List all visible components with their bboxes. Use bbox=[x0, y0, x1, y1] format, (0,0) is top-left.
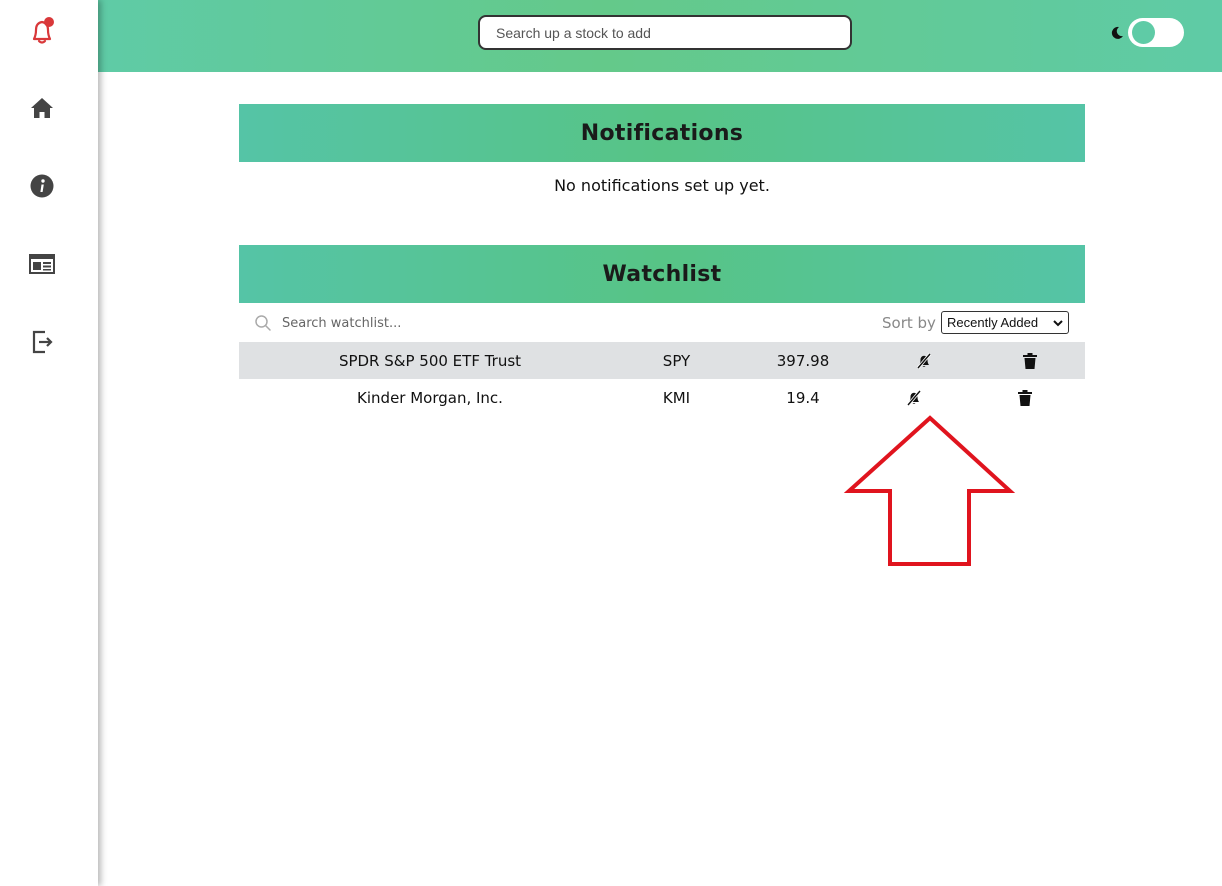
stock-name: Kinder Morgan, Inc. bbox=[357, 388, 503, 407]
logout-icon[interactable] bbox=[26, 326, 58, 358]
watchlist-search bbox=[254, 312, 554, 334]
watchlist-row: SPDR S&P 500 ETF Trust SPY 397.98 bbox=[239, 342, 1085, 379]
sort-selected-value: Recently Added bbox=[947, 315, 1039, 330]
sort-by-label: Sort by bbox=[882, 314, 936, 332]
top-header bbox=[98, 0, 1222, 72]
info-icon[interactable] bbox=[26, 170, 58, 202]
stock-symbol: KMI bbox=[662, 388, 691, 407]
switch-knob bbox=[1132, 21, 1155, 44]
stock-name: SPDR S&P 500 ETF Trust bbox=[338, 351, 522, 370]
stock-search-input[interactable] bbox=[478, 15, 852, 50]
home-icon[interactable] bbox=[26, 92, 58, 124]
notifications-empty-message: No notifications set up yet. bbox=[554, 176, 770, 195]
notifications-bell-icon[interactable] bbox=[26, 15, 58, 47]
annotation-arrow-icon bbox=[843, 415, 1016, 566]
sidebar bbox=[0, 0, 98, 886]
chevron-down-icon bbox=[1053, 320, 1063, 327]
notifications-title: Notifications bbox=[580, 120, 744, 146]
watchlist-header: Watchlist bbox=[239, 245, 1085, 303]
notification-badge bbox=[44, 17, 54, 27]
trash-icon[interactable] bbox=[974, 342, 1085, 379]
sort-select[interactable]: Recently Added bbox=[941, 311, 1069, 334]
watchlist-search-input[interactable] bbox=[282, 312, 542, 334]
stock-price: 397.98 bbox=[776, 351, 830, 370]
moon-icon bbox=[1111, 26, 1123, 39]
notifications-header: Notifications bbox=[239, 104, 1085, 162]
search-icon bbox=[255, 315, 271, 331]
dark-mode-switch[interactable] bbox=[1128, 18, 1184, 47]
news-icon[interactable] bbox=[26, 248, 58, 280]
theme-toggle[interactable] bbox=[1110, 18, 1186, 48]
bell-slash-icon[interactable] bbox=[874, 342, 974, 379]
watchlist-title: Watchlist bbox=[602, 261, 722, 287]
stock-symbol: SPY bbox=[662, 351, 691, 370]
